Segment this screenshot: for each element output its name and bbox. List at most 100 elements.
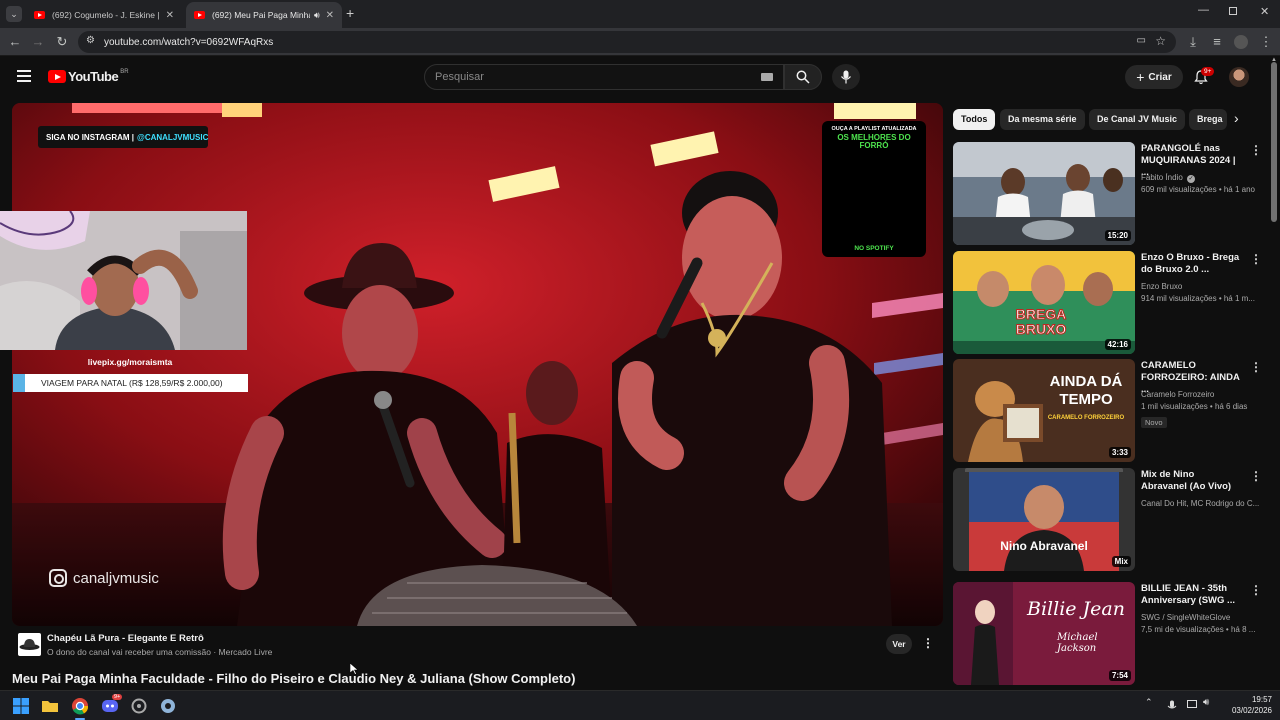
- site-info-icon[interactable]: ⚙︎: [86, 35, 95, 46]
- youtube-header: YouTube BR Pesquisar + Criar: [0, 56, 1280, 98]
- download-icon[interactable]: ⤓: [1183, 28, 1203, 56]
- volume-icon[interactable]: 🔊︎: [1203, 697, 1209, 708]
- search-button[interactable]: [784, 64, 822, 90]
- recommendation-item[interactable]: Nino Abravanel Mix Mix de Nino Abravanel…: [953, 468, 1263, 572]
- channel-name[interactable]: Caramelo Forrozeiro: [1141, 390, 1261, 399]
- hamburger-menu-icon[interactable]: [17, 70, 31, 82]
- tray-mic-icon[interactable]: [1167, 700, 1177, 712]
- instagram-watermark: canaljvmusic: [49, 569, 159, 587]
- url-text: youtube.com/watch?v=0692WFAqRxs: [104, 36, 274, 48]
- webcam-overlay: [0, 211, 247, 350]
- view-product-button[interactable]: Ver: [886, 634, 912, 654]
- more-options-icon[interactable]: ⋮: [922, 636, 934, 650]
- file-explorer-icon[interactable]: [40, 696, 60, 716]
- profile-icon[interactable]: [1234, 35, 1248, 49]
- voice-search-button[interactable]: [832, 64, 860, 90]
- forward-icon[interactable]: →: [28, 28, 48, 56]
- mix-thumbnail[interactable]: Nino Abravanel Mix: [953, 468, 1135, 571]
- tab-list-chevron-icon[interactable]: ⌄: [6, 6, 22, 22]
- media-control-icon[interactable]: ≡: [1207, 28, 1227, 56]
- video-meta: 1 mil visualizações • há 6 dias: [1141, 402, 1248, 411]
- plus-icon: +: [1136, 69, 1145, 85]
- chip-scroll-right-icon[interactable]: ›: [1234, 110, 1239, 126]
- mix-label: Mix: [1111, 556, 1131, 567]
- create-button[interactable]: + Criar: [1125, 65, 1183, 89]
- network-icon[interactable]: [1187, 700, 1197, 708]
- restore-icon[interactable]: [1229, 7, 1237, 15]
- search-input[interactable]: Pesquisar: [424, 64, 784, 90]
- video-duration: 15:20: [1104, 230, 1131, 241]
- page-scrollbar[interactable]: [1271, 62, 1277, 222]
- hat-product-thumbnail[interactable]: [18, 633, 41, 656]
- minimize-icon[interactable]: —: [1198, 4, 1209, 16]
- close-tab-icon[interactable]: ✕: [326, 10, 334, 21]
- channel-name[interactable]: Fabito Índio ✓: [1141, 173, 1261, 183]
- video-meta: 914 mil visualizações • há 1 m...: [1141, 294, 1255, 303]
- account-avatar[interactable]: [1229, 67, 1249, 87]
- speaker-icon[interactable]: 🔊︎: [314, 10, 320, 21]
- youtube-play-logo-icon: [48, 70, 66, 83]
- chip-same-series[interactable]: Da mesma série: [1000, 109, 1085, 130]
- chip-channel[interactable]: De Canal JV Music: [1089, 109, 1186, 130]
- video-duration: 7:54: [1108, 670, 1131, 681]
- more-actions-icon[interactable]: ⋮: [1250, 583, 1262, 597]
- video-thumbnail[interactable]: BREGA BRUXO 42:16: [953, 251, 1135, 354]
- recommendation-item[interactable]: AINDA DÁ TEMPO CARAMELO FORROZEIRO 3:33 …: [953, 359, 1263, 463]
- tab-title: (692) Meu Pai Paga Minha F: [212, 10, 310, 20]
- more-actions-icon[interactable]: ⋮: [1250, 360, 1262, 374]
- sponsored-product-row[interactable]: Chapéu Lã Pura - Elegante E Retrô O dono…: [12, 630, 943, 660]
- cast-icon[interactable]: ▭: [1137, 35, 1146, 46]
- product-disclosure: O dono do canal vai receber uma comissão…: [47, 647, 273, 657]
- thumbnail-text: BREGA BRUXO: [1015, 306, 1067, 337]
- more-actions-icon[interactable]: ⋮: [1250, 252, 1262, 266]
- more-actions-icon[interactable]: ⋮: [1250, 469, 1262, 483]
- region-code: BR: [120, 69, 129, 75]
- thumbnail-subtext: Michael Jackson: [1057, 632, 1098, 654]
- channel-name[interactable]: Enzo Bruxo: [1141, 282, 1261, 291]
- youtube-favicon-icon: [194, 11, 205, 19]
- video-meta: 609 mil visualizações • há 1 ano: [1141, 185, 1255, 194]
- channel-name[interactable]: SWG / SingleWhiteGlove: [1141, 613, 1261, 622]
- verified-check-icon: ✓: [1187, 175, 1196, 183]
- bookmark-star-icon[interactable]: ☆: [1155, 34, 1166, 48]
- reload-icon[interactable]: ↻: [52, 28, 72, 56]
- channel-name[interactable]: Canal Do Hit, MC Rodrigo do C...: [1141, 499, 1261, 508]
- close-tab-icon[interactable]: ✕: [166, 10, 174, 21]
- product-title[interactable]: Chapéu Lã Pura - Elegante E Retrô: [47, 633, 204, 644]
- youtube-logo[interactable]: YouTube BR: [48, 69, 129, 84]
- chrome-icon[interactable]: [70, 696, 90, 716]
- windows-start-icon[interactable]: [11, 696, 31, 716]
- new-tab-icon[interactable]: +: [346, 5, 354, 21]
- qr-spotify-label: NO SPOTIFY: [854, 245, 894, 252]
- keyboard-icon[interactable]: [761, 73, 773, 81]
- video-title[interactable]: Mix de Nino Abravanel (Ao Vivo): [1141, 469, 1241, 493]
- settings-app-icon[interactable]: [129, 696, 149, 716]
- recommendation-item[interactable]: Billie Jean Michael Jackson 7:54 BILLIE …: [953, 582, 1263, 686]
- browser-tab[interactable]: (692) Cogumelo - J. Eskine | QC ✕: [26, 2, 182, 28]
- chip-brega[interactable]: Brega: [1189, 109, 1227, 130]
- chip-todos[interactable]: Todos: [953, 109, 996, 130]
- livepix-url: livepix.gg/moraismta: [87, 357, 173, 367]
- video-thumbnail[interactable]: AINDA DÁ TEMPO CARAMELO FORROZEIRO 3:33: [953, 359, 1135, 462]
- close-window-icon[interactable]: ✕: [1260, 5, 1269, 18]
- recommendation-item[interactable]: 15:20 PARANGOLÉ nas MUQUIRANAS 2024 | ..…: [953, 142, 1263, 246]
- video-thumbnail[interactable]: 15:20: [953, 142, 1135, 245]
- browser-tab-active[interactable]: (692) Meu Pai Paga Minha F 🔊︎ ✕: [186, 2, 342, 28]
- back-icon[interactable]: ←: [5, 28, 25, 56]
- tray-chevron-icon[interactable]: ⌃: [1145, 697, 1153, 708]
- video-title[interactable]: Enzo O Bruxo - Brega do Bruxo 2.0 ...: [1141, 252, 1241, 276]
- notifications-badge: 9+: [1201, 67, 1215, 76]
- thumbnail-text: Nino Abravanel: [1000, 539, 1088, 553]
- browser-menu-icon[interactable]: ⋮: [1256, 28, 1276, 56]
- more-actions-icon[interactable]: ⋮: [1250, 143, 1262, 157]
- video-meta: 7,5 mi de visualizações • há 8 ...: [1141, 625, 1256, 634]
- address-bar[interactable]: ⚙︎ youtube.com/watch?v=0692WFAqRxs ▭ ☆: [78, 31, 1176, 53]
- gear-app-icon[interactable]: [158, 696, 178, 716]
- recommendation-item[interactable]: BREGA BRUXO 42:16 Enzo O Bruxo - Brega d…: [953, 251, 1263, 355]
- store-name: Mercado Livre: [218, 647, 273, 657]
- video-title[interactable]: BILLIE JEAN - 35th Anniversary (SWG ...: [1141, 583, 1241, 607]
- thumbnail-text: AINDA DÁ TEMPO: [1049, 373, 1123, 408]
- video-thumbnail[interactable]: Billie Jean Michael Jackson 7:54: [953, 582, 1135, 685]
- browser-toolbar: ← → ↻ ⚙︎ youtube.com/watch?v=0692WFAqRxs…: [0, 28, 1280, 56]
- system-clock[interactable]: 19:57 03/02/2026: [1232, 694, 1272, 716]
